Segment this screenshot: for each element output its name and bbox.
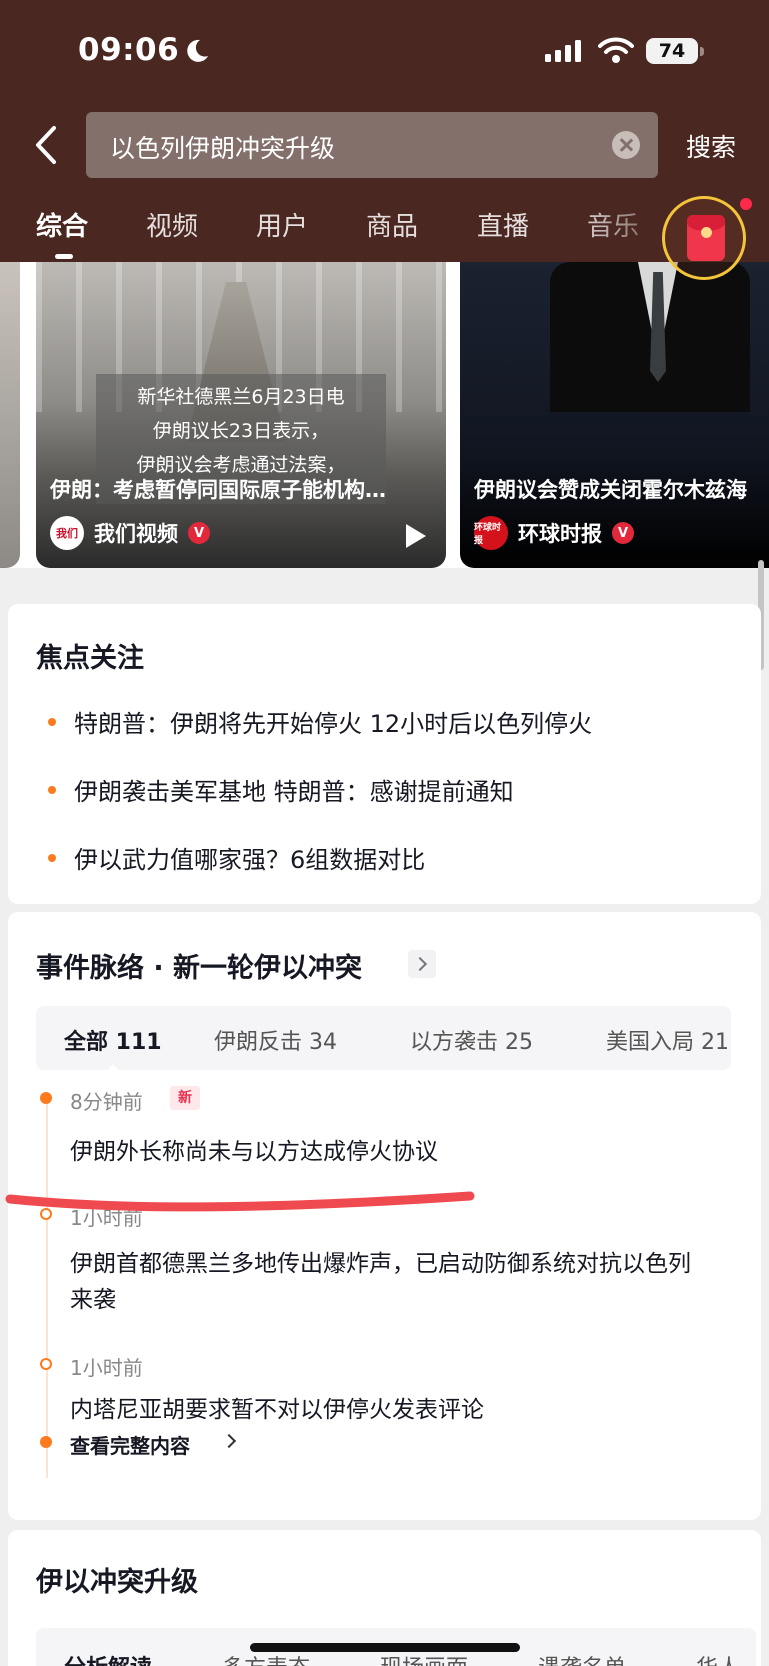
timeline-time: 1小时前: [70, 1356, 143, 1380]
event-timeline-card: 事件脉络 · 新一轮伊以冲突 全部 111 伊朗反击 34 以方袭击 25 美国…: [8, 912, 761, 1520]
status-bar: 09:06 74: [0, 0, 769, 100]
header: 09:06 74 以色列伊朗冲突升级 搜索 综合 视频 用户 商品 直播 音乐: [0, 0, 769, 262]
red-envelope-icon: [687, 215, 725, 261]
timeline-dot: [40, 1358, 52, 1370]
video-author[interactable]: 环球时报 环球时报 V: [474, 515, 634, 551]
active-tab-indicator: [55, 254, 73, 259]
event-tab-us-enters[interactable]: 美国入局 21: [606, 1024, 729, 1056]
focus-item-text: 特朗普：伊朗将先开始停火 12小时后以色列停火: [74, 710, 593, 738]
timeline-text[interactable]: 伊朗外长称尚未与以方达成停火协议: [70, 1134, 710, 1170]
timeline-dot: [40, 1092, 52, 1104]
event-tab-israel-strike[interactable]: 以方袭击 25: [410, 1024, 533, 1056]
event-tab-all[interactable]: 全部 111: [64, 1024, 162, 1056]
tab-statements[interactable]: 多方表态: [222, 1650, 310, 1666]
video-title: 伊朗：考虑暂停同国际原子能机构…: [50, 478, 386, 502]
tab-analysis[interactable]: 分析解读: [64, 1650, 152, 1666]
focus-item-text: 伊以武力值哪家强？6组数据对比: [74, 846, 426, 874]
timeline-line: [46, 1098, 48, 1478]
event-filter-tabs: 全部 111 伊朗反击 34 以方袭击 25 美国入局 21: [36, 1006, 731, 1070]
escalation-title: 伊以冲突升级: [36, 1567, 198, 1598]
timeline-text[interactable]: 伊朗首都德黑兰多地传出爆炸声，已启动防御系统对抗以色列来袭: [70, 1246, 710, 1318]
timeline-dot: [40, 1436, 52, 1448]
video-subtitle: 伊朗议长23日表示，: [152, 420, 330, 442]
tab-users[interactable]: 用户: [256, 206, 308, 243]
tab-general[interactable]: 综合: [36, 206, 88, 243]
avatar: 环球时报: [474, 516, 508, 550]
search-query: 以色列伊朗冲突升级: [110, 134, 336, 163]
tab-attack-list[interactable]: 遇袭名单: [538, 1650, 626, 1666]
author-name: 环球时报: [518, 522, 602, 546]
bullet-dot: [48, 717, 56, 726]
event-tab-iran-counter[interactable]: 伊朗反击 34: [214, 1024, 337, 1056]
chevron-right-icon: [221, 1433, 237, 1449]
video-title: 伊朗议会赞成关闭霍尔木兹海: [474, 478, 747, 502]
video-card-partial[interactable]: [0, 262, 20, 568]
view-all-link[interactable]: 查看完整内容: [70, 1430, 190, 1459]
back-arrow-icon[interactable]: [30, 122, 66, 168]
new-badge: 新: [170, 1086, 200, 1110]
video-subtitle: 新华社德黑兰6月23日电: [137, 386, 345, 408]
home-indicator: [250, 1643, 520, 1652]
search-button[interactable]: 搜索: [686, 128, 736, 164]
video-carousel: 新华社德黑兰6月23日电 伊朗议长23日表示， 伊朗议会考虑通过法案， 伊朗：考…: [0, 262, 769, 568]
video-card[interactable]: 伊朗议会赞成关闭霍尔木兹海 环球时报 环球时报 V: [460, 262, 769, 568]
focus-item[interactable]: 伊以武力值哪家强？6组数据对比: [48, 840, 425, 875]
timeline-dot: [40, 1208, 52, 1220]
play-icon[interactable]: [406, 524, 426, 548]
search-input[interactable]: 以色列伊朗冲突升级: [86, 112, 658, 178]
timeline-time: 1小时前: [70, 1206, 143, 1230]
status-time: 09:06: [78, 32, 180, 68]
tab-video[interactable]: 视频: [146, 206, 198, 243]
bullet-dot: [48, 853, 56, 862]
video-subtitle: 伊朗议会考虑通过法案，: [136, 454, 346, 476]
bullet-dot: [48, 785, 56, 794]
battery-indicator: 74: [646, 38, 704, 64]
event-title[interactable]: 事件脉络 · 新一轮伊以冲突: [36, 946, 362, 985]
timeline-time: 8分钟前: [70, 1090, 143, 1114]
verified-badge-icon: V: [612, 522, 634, 544]
focus-item[interactable]: 特朗普：伊朗将先开始停火 12小时后以色列停火: [48, 704, 592, 739]
video-card[interactable]: 新华社德黑兰6月23日电 伊朗议长23日表示， 伊朗议会考虑通过法案， 伊朗：考…: [36, 262, 446, 568]
focus-item[interactable]: 伊朗袭击美军基地 特朗普：感谢提前通知: [48, 772, 514, 807]
wifi-icon: [598, 37, 634, 63]
verified-badge-icon: V: [188, 522, 210, 544]
tab-chinese[interactable]: 华人: [696, 1650, 740, 1666]
focus-title: 焦点关注: [36, 643, 144, 674]
clear-icon[interactable]: [612, 131, 640, 159]
avatar: 我们: [50, 516, 84, 550]
focus-item-text: 伊朗袭击美军基地 特朗普：感谢提前通知: [74, 778, 514, 806]
timeline-text[interactable]: 内塔尼亚胡要求暂不对以伊停火发表评论: [70, 1392, 710, 1428]
focus-card: 焦点关注 特朗普：伊朗将先开始停火 12小时后以色列停火 伊朗袭击美军基地 特朗…: [8, 604, 761, 904]
video-author[interactable]: 我们 我们视频 V: [50, 515, 210, 551]
tab-products[interactable]: 商品: [366, 206, 418, 243]
chevron-right-icon[interactable]: [408, 950, 436, 978]
cellular-signal-icon: [545, 40, 581, 62]
tab-scene[interactable]: 现场画面: [380, 1650, 468, 1666]
tab-live[interactable]: 直播: [477, 206, 529, 243]
notification-dot: [740, 198, 752, 210]
moon-icon: [187, 39, 208, 62]
author-name: 我们视频: [94, 522, 178, 546]
red-packet-float-button[interactable]: [662, 196, 746, 280]
